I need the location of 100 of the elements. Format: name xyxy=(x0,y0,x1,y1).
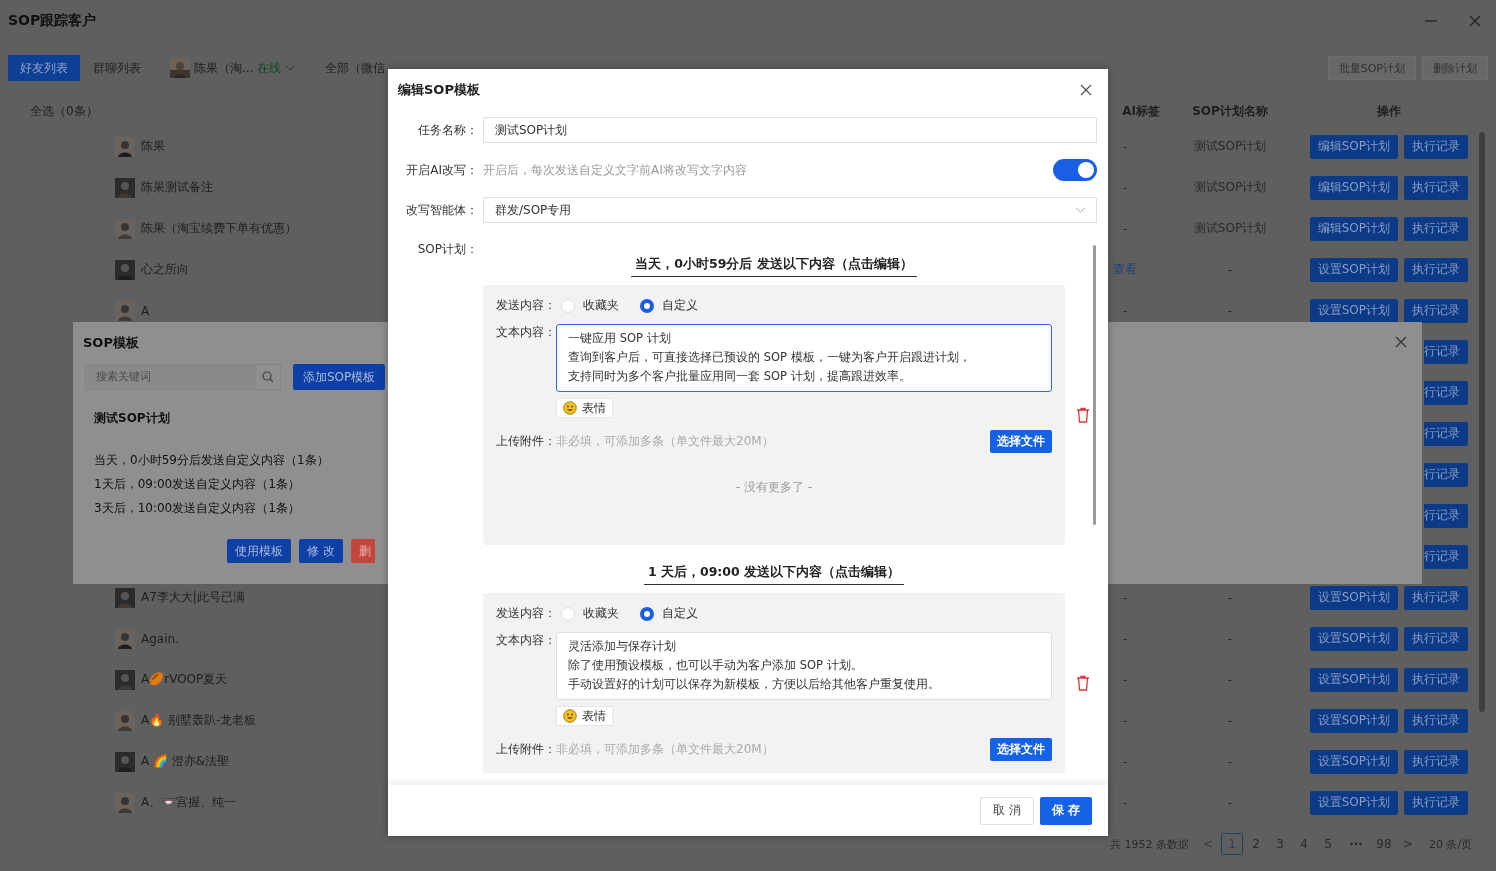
row-action-button[interactable]: 编辑SOP计划 xyxy=(1309,134,1398,159)
contact-name: Again. xyxy=(141,631,179,646)
table-cell: - xyxy=(1227,795,1233,810)
contact-name: A 🌈 澄亦&法聖 xyxy=(141,753,230,770)
row-action-button[interactable]: 设置SOP计划 xyxy=(1309,298,1398,323)
ellipsis: ··· xyxy=(1348,836,1364,853)
radio-button[interactable] xyxy=(640,606,654,621)
emoji-button[interactable]: 表情 xyxy=(556,398,613,418)
contact-name: 陈果 xyxy=(141,138,165,155)
table-cell: - xyxy=(1227,590,1233,605)
next-page-button[interactable]: > xyxy=(1397,833,1419,855)
radio-label[interactable]: 自定义 xyxy=(662,297,698,314)
smiley-icon xyxy=(563,709,577,723)
table-cell: - xyxy=(1122,180,1128,195)
radio-label[interactable]: 收藏夹 xyxy=(583,297,619,314)
select-all[interactable]: 全选（0条） xyxy=(30,102,98,120)
toggle-switch[interactable] xyxy=(1053,159,1097,181)
step-heading[interactable]: 当天，0小时59分后 发送以下内容（点击编辑） xyxy=(631,256,917,277)
template-action-button[interactable]: 使用模板 xyxy=(227,539,291,563)
table-cell: - xyxy=(1122,221,1128,236)
table-cell: - xyxy=(1227,631,1233,646)
table-cell: - xyxy=(1227,713,1233,728)
hint-text: 非必填，可添加多条（单文件最大20M） xyxy=(556,433,774,450)
choose-file-button[interactable]: 选择文件 xyxy=(990,738,1052,761)
row-action-button[interactable]: 执行记录 xyxy=(1404,298,1468,323)
table-cell: - xyxy=(1122,631,1128,646)
row-action-button[interactable]: 行记录 xyxy=(1424,462,1468,487)
row-action-button[interactable]: 设置SOP计划 xyxy=(1309,585,1398,610)
dialog-title: 编辑SOP模板 xyxy=(398,80,480,99)
window-title: SOP跟踪客户 xyxy=(8,12,97,30)
row-action-button[interactable]: 行记录 xyxy=(1424,421,1468,446)
contact-name: A🏉rVOOP夏天 xyxy=(141,671,228,688)
table-cell: - xyxy=(1227,754,1233,769)
row-action-button[interactable]: 执行记录 xyxy=(1404,708,1468,733)
radio-label[interactable]: 自定义 xyxy=(662,605,698,622)
close-icon[interactable] xyxy=(1080,83,1092,96)
account-select[interactable]: 陈果（淘... 在线 xyxy=(170,58,296,78)
row-action-button[interactable]: 行记录 xyxy=(1424,544,1468,569)
search-button[interactable] xyxy=(255,364,281,390)
row-action-button[interactable]: 设置SOP计划 xyxy=(1309,257,1398,282)
contact-name: 心之所向 xyxy=(141,261,189,278)
column-header: AI标签 xyxy=(1122,102,1160,120)
dialog-title: SOP模板 xyxy=(83,335,139,350)
row-action-button[interactable]: 行记录 xyxy=(1424,339,1468,364)
contact-name: A7李大大|此号已满 xyxy=(141,589,245,606)
template-action-button[interactable]: 修 改 xyxy=(299,539,343,563)
row-action-button[interactable]: 设置SOP计划 xyxy=(1309,667,1398,692)
row-action-button[interactable]: 设置SOP计划 xyxy=(1309,790,1398,815)
list-tab[interactable]: 好友列表 xyxy=(8,55,80,81)
row-action-button[interactable]: 设置SOP计划 xyxy=(1309,626,1398,651)
table-cell: - xyxy=(1122,672,1128,687)
row-action-button[interactable]: 执行记录 xyxy=(1404,749,1468,774)
end-note: - 没有更多了 - xyxy=(735,480,813,494)
radio-label[interactable]: 收藏夹 xyxy=(583,605,619,622)
row-action-button[interactable]: 编辑SOP计划 xyxy=(1309,216,1398,241)
save-button[interactable]: 保 存 xyxy=(1039,796,1092,825)
add-template-button[interactable]: 添加SOP模板 xyxy=(293,364,386,390)
table-cell: - xyxy=(1122,754,1128,769)
row-action-button[interactable]: 行记录 xyxy=(1424,503,1468,528)
row-action-button[interactable]: 执行记录 xyxy=(1404,216,1468,241)
agent-select[interactable]: 群发/SOP专用 xyxy=(483,197,1097,223)
column-header: SOP计划名称 xyxy=(1192,102,1268,120)
row-action-button[interactable]: 执行记录 xyxy=(1404,626,1468,651)
task-name-field[interactable]: 测试SOP计划 xyxy=(483,117,1097,143)
field-label: 任务名称： xyxy=(417,121,478,139)
table-cell: - xyxy=(1122,139,1128,154)
field-label: 文本内容： xyxy=(496,324,551,341)
text-line: 手动设置好的计划可以保存为新模板，方便以后给其他客户重复使用。 xyxy=(568,677,940,691)
close-icon[interactable] xyxy=(1395,336,1407,348)
tag-filter[interactable]: 全部（微信 xyxy=(325,59,386,77)
table-cell: - xyxy=(1122,713,1128,728)
text-area[interactable]: 灵活添加与保存计划 除了使用预设模板，也可以手动为客户添加 SOP 计划。 手动设置好的计划可以保存为新模板，方便以后给其他客户重复使用。 xyxy=(556,632,1052,700)
row-action-button[interactable]: 执行记录 xyxy=(1404,667,1468,692)
online-status: 在线 xyxy=(257,59,282,77)
row-action-button[interactable]: 行记录 xyxy=(1424,380,1468,405)
row-action-button[interactable]: 执行记录 xyxy=(1404,175,1468,200)
row-action-button[interactable]: 编辑SOP计划 xyxy=(1309,175,1398,200)
row-action-button[interactable]: 执行记录 xyxy=(1404,790,1468,815)
smiley-icon xyxy=(563,401,577,415)
row-action-button[interactable]: 执行记录 xyxy=(1404,257,1468,282)
trash-icon[interactable] xyxy=(1076,675,1089,691)
field-label: 发送内容： xyxy=(496,605,551,622)
choose-file-button[interactable]: 选择文件 xyxy=(990,430,1052,453)
field-label: 上传附件： xyxy=(496,741,551,758)
step-heading[interactable]: 1 天后，09:00 发送以下内容（点击编辑） xyxy=(643,564,905,585)
emoji-button[interactable]: 表情 xyxy=(556,706,613,726)
trash-icon[interactable] xyxy=(1076,407,1089,423)
field-label: 发送内容： xyxy=(496,297,551,314)
template-action-button[interactable]: 删 xyxy=(350,539,375,563)
text-area[interactable]: 一键应用 SOP 计划 查询到客户后，可直接选择已预设的 SOP 模板，一键为客户开启跟进计划， 支持同时为多个客户批量应用同一套 SOP 计划，提高跟进效率。 xyxy=(556,324,1052,392)
row-action-button[interactable]: 设置SOP计划 xyxy=(1309,708,1398,733)
caret-icon xyxy=(285,65,296,71)
row-action-button[interactable]: 执行记录 xyxy=(1404,585,1468,610)
text-line: 一键应用 SOP 计划 xyxy=(568,331,671,345)
row-action-button[interactable]: 执行记录 xyxy=(1404,134,1468,159)
radio-button[interactable] xyxy=(640,298,654,313)
table-cell: - xyxy=(1122,303,1128,318)
table-cell: - xyxy=(1227,303,1233,318)
cancel-button[interactable]: 取 消 xyxy=(980,796,1034,825)
row-action-button[interactable]: 设置SOP计划 xyxy=(1309,749,1398,774)
